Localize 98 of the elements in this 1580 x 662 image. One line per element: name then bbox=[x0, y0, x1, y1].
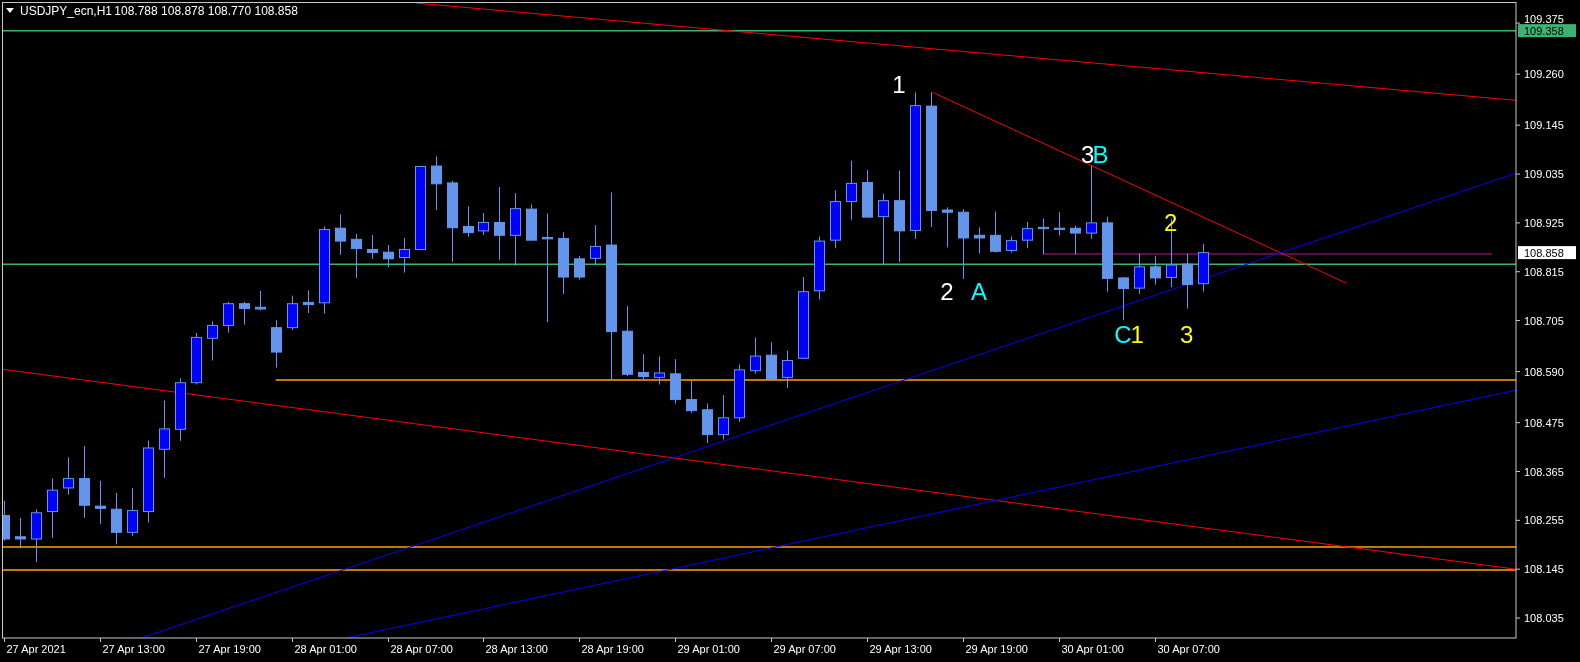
candlestick bbox=[175, 377, 186, 442]
axis-label: 29 Apr 07:00 bbox=[773, 643, 836, 655]
candlestick bbox=[383, 244, 394, 268]
candlestick bbox=[1134, 253, 1145, 295]
axis-label: 108.035 bbox=[1524, 612, 1564, 624]
candlestick bbox=[335, 213, 346, 256]
axis-label: 108.590 bbox=[1524, 365, 1564, 378]
candlestick bbox=[814, 236, 825, 300]
candlestick bbox=[1038, 217, 1049, 255]
price-tag: 109.358 bbox=[1518, 24, 1576, 38]
candlestick bbox=[1022, 221, 1033, 249]
axis-label: 28 Apr 07:00 bbox=[390, 643, 453, 655]
candlestick bbox=[47, 478, 58, 539]
axis-label: 109.145 bbox=[1524, 119, 1564, 132]
candlestick bbox=[670, 358, 681, 405]
candlestick bbox=[1006, 236, 1017, 254]
candlestick bbox=[239, 301, 250, 326]
axis-label: 29 Apr 19:00 bbox=[965, 643, 1028, 655]
candlestick bbox=[223, 301, 234, 334]
wave-label: 1 bbox=[892, 71, 906, 99]
candlestick bbox=[878, 193, 889, 265]
axis-label: 28 Apr 01:00 bbox=[294, 643, 357, 655]
candlestick bbox=[1150, 255, 1161, 286]
candlestick bbox=[15, 517, 26, 549]
candlestick bbox=[622, 305, 633, 377]
axis-label: 109.035 bbox=[1524, 168, 1564, 181]
candlestick bbox=[1070, 225, 1081, 255]
axis-label: 108.705 bbox=[1524, 314, 1564, 327]
candlestick bbox=[590, 224, 601, 265]
candlestick bbox=[702, 403, 713, 444]
candlestick bbox=[1198, 243, 1209, 293]
axis-label: 109.375 bbox=[1524, 13, 1564, 26]
candlestick bbox=[287, 295, 298, 331]
candlestick bbox=[974, 226, 985, 254]
axis-label: 27 Apr 19:00 bbox=[198, 643, 261, 655]
candlestick bbox=[207, 320, 218, 361]
axis-label: 108.815 bbox=[1524, 265, 1564, 278]
candlestick bbox=[127, 487, 138, 537]
candlestick bbox=[1118, 276, 1129, 321]
axis-label: 28 Apr 13:00 bbox=[485, 643, 548, 655]
candlestick bbox=[95, 480, 106, 525]
price-tag: 108.858 bbox=[1518, 246, 1576, 260]
candlestick bbox=[686, 380, 697, 414]
axis-label: 108.255 bbox=[1524, 514, 1564, 527]
chart-title: USDJPY_ecn,H1 bbox=[20, 4, 113, 18]
candlestick bbox=[2, 500, 10, 542]
candlestick bbox=[431, 155, 442, 211]
candlestick bbox=[526, 204, 537, 241]
wave-label: 3 bbox=[1180, 321, 1194, 349]
candlestick bbox=[351, 233, 362, 279]
candlestick bbox=[830, 189, 841, 249]
axis-label: 109.260 bbox=[1524, 68, 1564, 81]
candlestick bbox=[654, 356, 665, 385]
wave-label: 2 bbox=[1164, 209, 1178, 236]
candlestick bbox=[718, 394, 729, 441]
axis-label: 108.145 bbox=[1524, 563, 1564, 576]
candlestick bbox=[478, 212, 489, 236]
candlestick bbox=[958, 208, 969, 280]
candlestick bbox=[271, 319, 282, 369]
wave-label: A bbox=[970, 278, 987, 306]
candlestick bbox=[191, 332, 202, 385]
candlestick bbox=[63, 456, 74, 496]
axis-label: 108.475 bbox=[1524, 416, 1564, 429]
axis-label: 27 Apr 13:00 bbox=[102, 643, 165, 655]
candlestick bbox=[942, 206, 953, 248]
candlestick bbox=[255, 290, 266, 311]
candlestick bbox=[111, 492, 122, 545]
axis-label: 30 Apr 07:00 bbox=[1157, 643, 1220, 655]
candlestick bbox=[846, 160, 857, 221]
axis-label: 27 Apr 2021 bbox=[6, 643, 66, 655]
wave-label: 3 bbox=[1080, 141, 1095, 169]
axis-label: 29 Apr 13:00 bbox=[869, 643, 932, 655]
candlestick bbox=[766, 341, 777, 381]
axis-label: 28 Apr 19:00 bbox=[581, 643, 644, 655]
candlestick bbox=[638, 353, 649, 381]
candlestick bbox=[574, 255, 585, 281]
candlestick bbox=[782, 350, 793, 389]
ohlc-values: 108.788 108.878 108.770 108.858 bbox=[114, 4, 298, 18]
candlestick bbox=[367, 234, 378, 260]
caret-icon[interactable] bbox=[6, 8, 14, 13]
candlestick bbox=[990, 210, 1001, 254]
candlestick bbox=[463, 205, 474, 238]
axis-label: 29 Apr 01:00 bbox=[677, 643, 740, 655]
candlestick bbox=[31, 508, 42, 563]
wave-label: 2 bbox=[940, 278, 954, 306]
candlestick bbox=[399, 237, 410, 274]
candlestick bbox=[558, 231, 569, 295]
candlestick bbox=[862, 169, 873, 218]
axis-label: 30 Apr 01:00 bbox=[1061, 643, 1124, 655]
candlestick bbox=[734, 364, 745, 423]
candlestick bbox=[1054, 211, 1065, 236]
wave-label: 1 bbox=[1130, 321, 1144, 349]
axis-label: 108.925 bbox=[1524, 216, 1564, 229]
candlestick bbox=[1182, 253, 1193, 310]
axis-label: 108.365 bbox=[1524, 465, 1564, 478]
candlestick bbox=[303, 289, 314, 314]
wave-label: C bbox=[1114, 321, 1132, 349]
candlestick bbox=[750, 336, 761, 375]
